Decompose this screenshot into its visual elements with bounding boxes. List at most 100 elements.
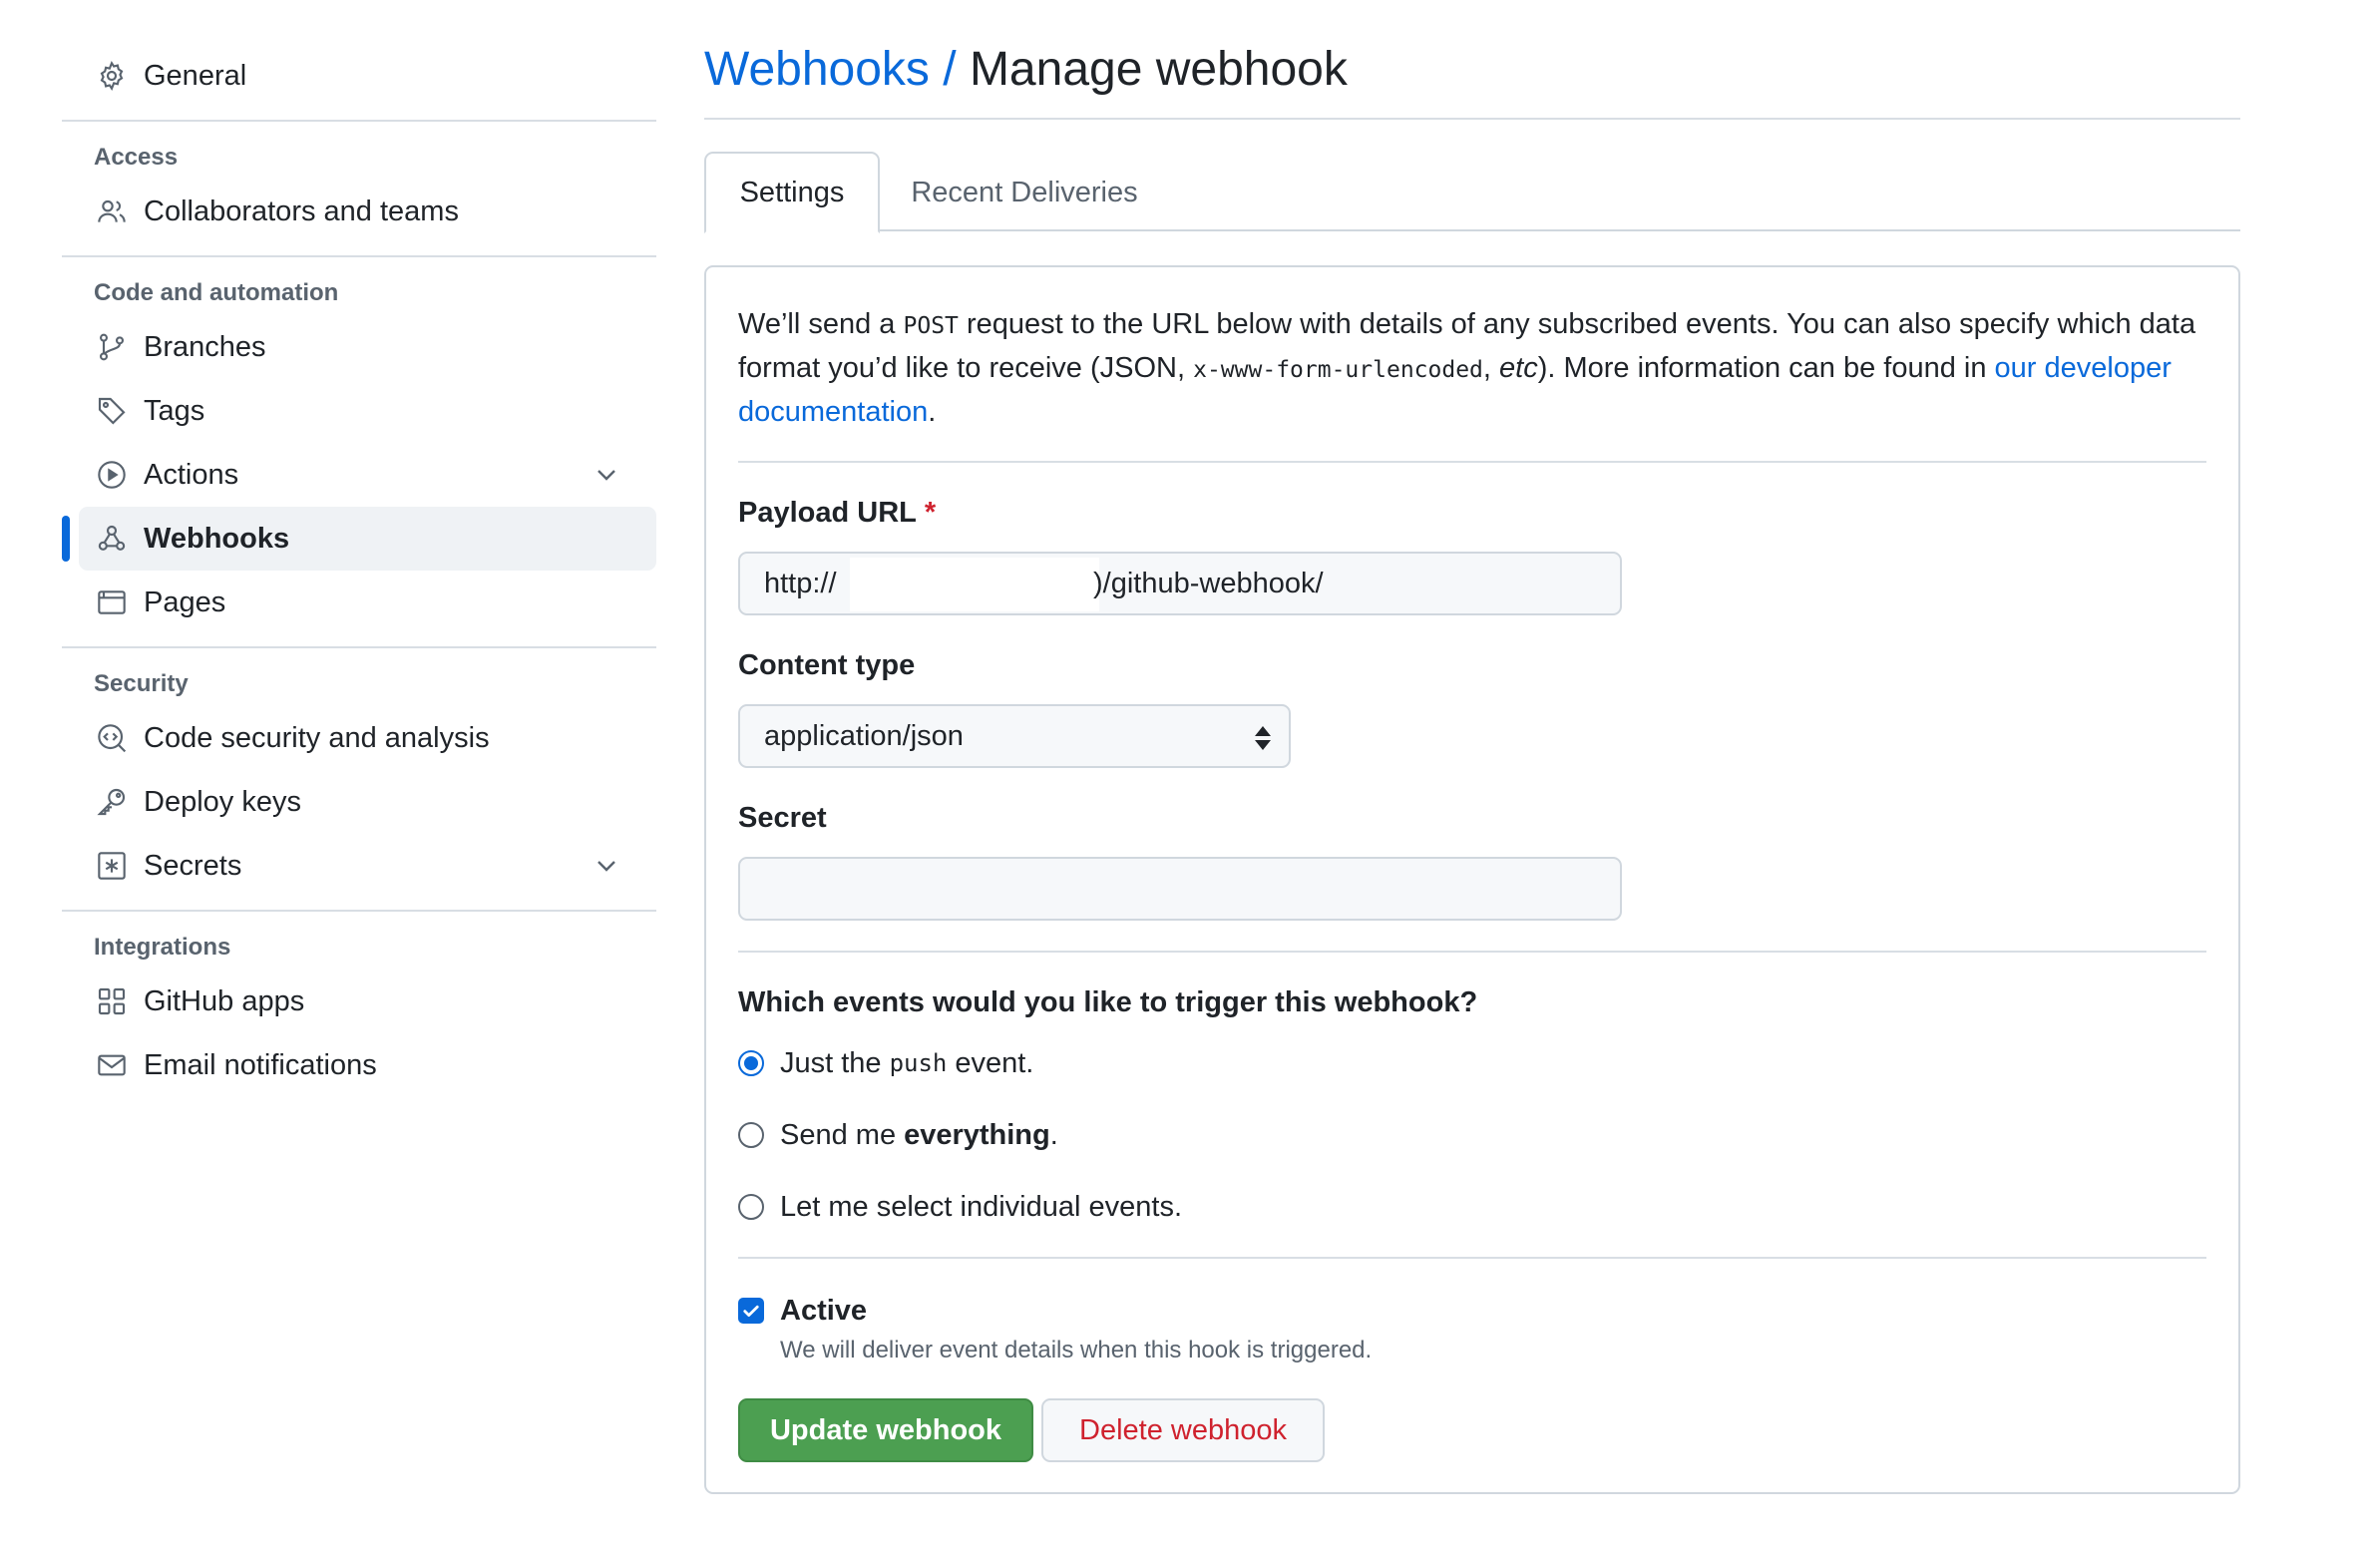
sidebar-item-label: Branches — [144, 330, 266, 363]
payload-url-label-text: Payload URL — [738, 497, 917, 529]
browser-window-icon — [94, 584, 130, 620]
sidebar-item-label: Pages — [144, 585, 226, 618]
breadcrumb-label: Webhooks — [704, 43, 930, 96]
settings-sidebar: General Access Collaborators and teams C… — [62, 44, 656, 1097]
tag-icon — [94, 393, 130, 429]
radio-label: Send me — [780, 1118, 897, 1151]
sidebar-heading-access: Access — [94, 144, 179, 171]
required-marker: * — [924, 497, 937, 529]
radio-label-bold: everything — [904, 1118, 1050, 1151]
people-icon — [94, 194, 130, 229]
intro-emphasis: etc — [1499, 352, 1538, 384]
active-help-text: We will deliver event details when this … — [780, 1337, 1373, 1363]
sidebar-heading-security: Security — [94, 670, 189, 697]
sidebar-item-webhooks[interactable]: Webhooks — [62, 507, 656, 571]
sidebar-item-email-notifications[interactable]: Email notifications — [62, 1033, 656, 1097]
events-radio-group: Just the push event. Send me everything … — [738, 1039, 2206, 1231]
payload-url-prefix: http:// — [764, 567, 837, 599]
delete-webhook-button[interactable]: Delete webhook — [1041, 1398, 1325, 1462]
active-group: Active We will deliver event details whe… — [738, 1289, 2206, 1364]
section-divider — [738, 1257, 2206, 1259]
content-type-value: application/json — [764, 719, 964, 752]
sidebar-item-secrets[interactable]: Secrets — [62, 834, 656, 898]
payload-url-suffix: )/github-webhook/ — [1093, 567, 1324, 599]
breadcrumb-webhooks-link[interactable]: Webhooks / — [704, 43, 970, 96]
sidebar-item-label: Webhooks — [144, 522, 290, 555]
section-divider — [738, 951, 2206, 953]
title-divider — [704, 118, 2240, 120]
radio-individual-events[interactable]: Let me select individual events. — [738, 1183, 2206, 1231]
section-divider — [738, 461, 2206, 463]
sidebar-item-general[interactable]: General — [62, 44, 656, 108]
radio-label: Just the — [780, 1046, 882, 1079]
asterisk-box-icon — [94, 848, 130, 884]
sidebar-item-deploy-keys[interactable]: Deploy keys — [62, 770, 656, 834]
sidebar-heading-code-automation: Code and automation — [94, 279, 339, 306]
update-webhook-button[interactable]: Update webhook — [738, 1398, 1033, 1462]
sidebar-item-code-security[interactable]: Code security and analysis — [62, 706, 656, 770]
sidebar-item-label: Actions — [144, 458, 239, 491]
chevron-down-icon[interactable] — [591, 459, 622, 491]
intro-code-post: POST — [903, 313, 959, 339]
radio-label: . — [1049, 1118, 1058, 1151]
codescan-icon — [94, 720, 130, 756]
secret-input[interactable] — [738, 857, 1622, 921]
key-icon — [94, 784, 130, 820]
main-content: Webhooks / Manage webhook Settings Recen… — [704, 40, 2240, 1494]
sidebar-item-label: Code security and analysis — [144, 721, 490, 754]
webhook-settings-panel: We’ll send a POST request to the URL bel… — [704, 265, 2240, 1494]
events-question: Which events would you like to trigger t… — [738, 986, 1478, 1018]
chevron-down-icon[interactable] — [591, 850, 622, 882]
intro-text-part: , — [1482, 352, 1500, 384]
radio-button[interactable] — [738, 1194, 764, 1220]
sidebar-item-label: General — [144, 59, 247, 92]
tab-bar: Settings Recent Deliveries — [704, 152, 2240, 233]
active-label: Active — [780, 1294, 868, 1327]
sidebar-item-branches[interactable]: Branches — [62, 315, 656, 379]
play-circle-icon — [94, 457, 130, 493]
sidebar-item-pages[interactable]: Pages — [62, 571, 656, 634]
tab-recent-deliveries[interactable]: Recent Deliveries — [880, 152, 1169, 233]
active-checkbox-row[interactable]: Active — [738, 1289, 2206, 1333]
sidebar-divider — [62, 646, 656, 648]
intro-text-part: . — [928, 396, 937, 428]
form-actions: Update webhook Delete webhook — [738, 1398, 2206, 1462]
sidebar-item-collaborators[interactable]: Collaborators and teams — [62, 180, 656, 243]
radio-label: event. — [955, 1046, 1034, 1079]
content-type-label: Content type — [738, 649, 916, 681]
sidebar-item-github-apps[interactable]: GitHub apps — [62, 970, 656, 1033]
sidebar-item-actions[interactable]: Actions — [62, 443, 656, 507]
sidebar-item-label: GitHub apps — [144, 984, 305, 1017]
sidebar-item-label: Email notifications — [144, 1048, 377, 1081]
page-title: Webhooks / Manage webhook — [704, 40, 2240, 100]
content-type-group: Content type application/json — [738, 649, 2206, 768]
git-branch-icon — [94, 329, 130, 365]
sidebar-item-tags[interactable]: Tags — [62, 379, 656, 443]
payload-url-input[interactable]: http:// )/github-webhook/ — [738, 552, 1622, 615]
secret-label: Secret — [738, 802, 827, 834]
intro-text: We’ll send a POST request to the URL bel… — [738, 303, 2206, 433]
sidebar-heading-integrations: Integrations — [94, 934, 231, 961]
webhook-icon — [94, 521, 130, 557]
radio-push-event[interactable]: Just the push event. — [738, 1039, 2206, 1087]
active-checkbox[interactable] — [738, 1298, 764, 1324]
radio-button[interactable] — [738, 1122, 764, 1148]
redacted-region — [850, 558, 1099, 611]
select-arrows-icon — [1255, 726, 1271, 750]
radio-label: Let me select individual events. — [780, 1190, 1182, 1223]
content-type-select[interactable]: application/json — [738, 704, 1291, 768]
radio-label-code: push — [889, 1049, 948, 1077]
sidebar-item-label: Deploy keys — [144, 785, 301, 818]
radio-everything[interactable]: Send me everything . — [738, 1111, 2206, 1159]
tab-settings[interactable]: Settings — [704, 152, 880, 233]
checkmark-icon — [743, 1305, 759, 1317]
secret-group: Secret — [738, 802, 2206, 921]
payload-url-label: Payload URL * — [738, 497, 936, 529]
radio-button-selected[interactable] — [738, 1050, 764, 1076]
intro-text-part: We’ll send a — [738, 308, 904, 340]
page-title-text: Manage webhook — [969, 43, 1348, 96]
sidebar-divider — [62, 910, 656, 912]
sidebar-item-label: Collaborators and teams — [144, 194, 459, 227]
sidebar-item-label: Secrets — [144, 849, 242, 882]
intro-text-part: ). More information can be found in — [1537, 352, 1995, 384]
